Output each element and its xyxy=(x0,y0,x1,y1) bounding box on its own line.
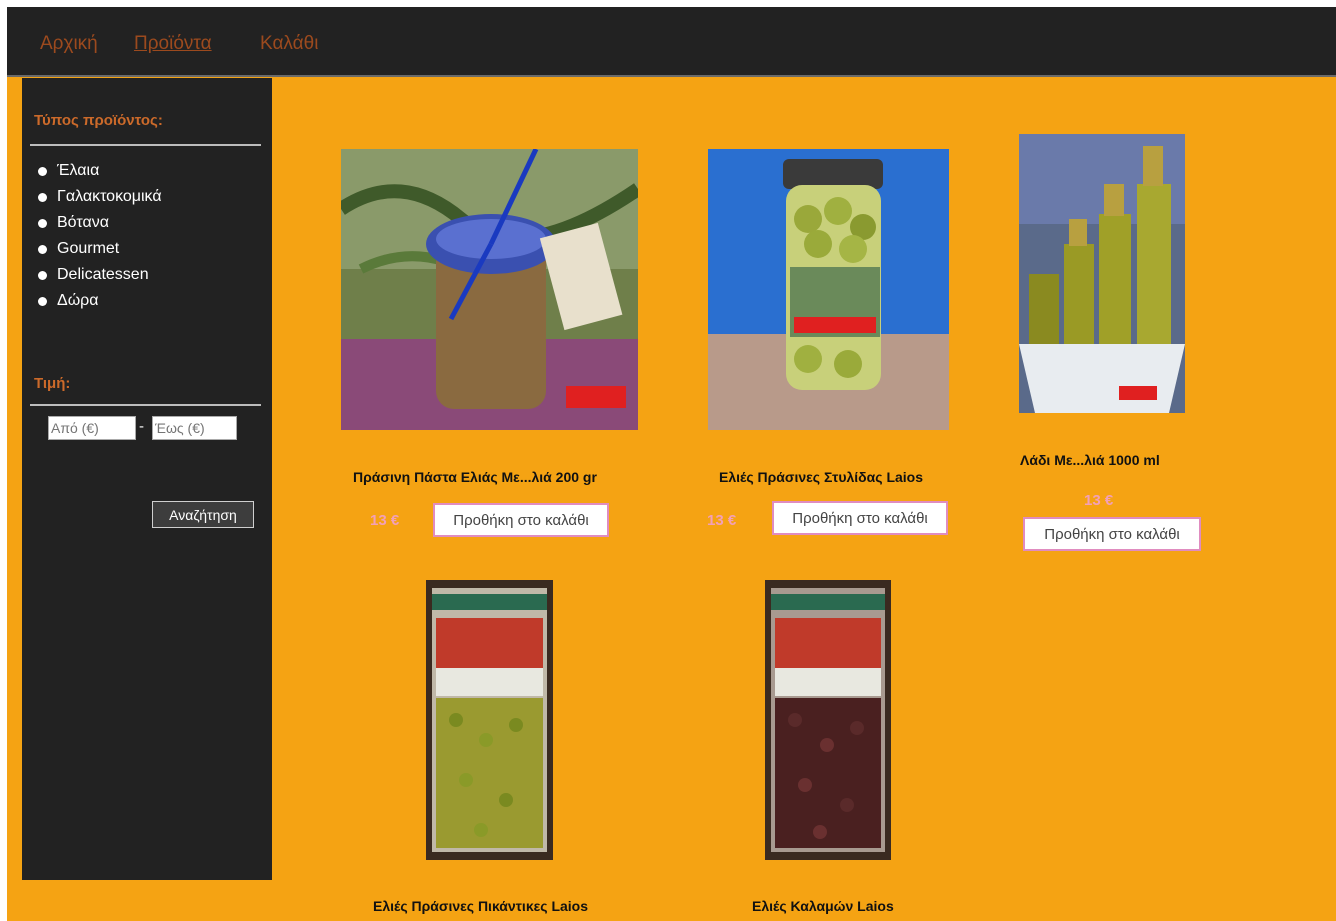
bullet-icon xyxy=(38,192,47,202)
category-item-herbs[interactable]: Βότανα xyxy=(38,210,162,236)
kalamata-olives-bag-image xyxy=(765,580,891,860)
bullet-icon xyxy=(38,166,47,176)
category-label: Γαλακτοκομικά xyxy=(57,188,162,205)
category-item-delicatessen[interactable]: Delicatessen xyxy=(38,262,162,288)
top-navigation-bar: Αρχική Προϊόντα Καλάθι xyxy=(7,7,1336,77)
category-label: Δώρα xyxy=(57,292,99,309)
bullet-icon xyxy=(38,296,47,306)
product-price: 13 € xyxy=(1084,492,1114,509)
category-item-oils[interactable]: Έλαια xyxy=(38,158,162,184)
category-label: Βότανα xyxy=(57,214,109,231)
category-label: Delicatessen xyxy=(57,266,149,283)
product-price: 13 € xyxy=(707,512,737,529)
product-image-spicy-green-olives[interactable] xyxy=(426,580,553,860)
product-title[interactable]: Λάδι Με...λιά 1000 ml xyxy=(1020,452,1160,468)
product-title[interactable]: Ελιές Πράσινες Πικάντικες Laios xyxy=(373,898,588,914)
nav-link-products[interactable]: Προϊόντα xyxy=(134,33,212,55)
green-olives-jar-image xyxy=(708,149,949,430)
range-dash: - xyxy=(139,418,144,435)
add-to-cart-button[interactable]: Προθήκη στο καλάθι xyxy=(772,501,948,535)
olive-paste-jar-image xyxy=(341,149,638,430)
category-item-gourmet[interactable]: Gourmet xyxy=(38,236,162,262)
add-to-cart-button[interactable]: Προθήκη στο καλάθι xyxy=(433,503,609,537)
product-type-heading: Τύπος προϊόντος: xyxy=(34,112,163,129)
price-heading: Τιμή: xyxy=(34,375,71,392)
nav-link-home[interactable]: Αρχική xyxy=(40,33,98,55)
search-button[interactable]: Αναζήτηση xyxy=(152,501,254,528)
bullet-icon xyxy=(38,270,47,280)
category-item-dairy[interactable]: Γαλακτοκομικά xyxy=(38,184,162,210)
product-title[interactable]: Πράσινη Πάστα Ελιάς Με...λιά 200 gr xyxy=(353,469,597,485)
product-image-kalamata-olives[interactable] xyxy=(765,580,891,860)
category-item-gifts[interactable]: Δώρα xyxy=(38,288,162,314)
filter-sidebar: Τύπος προϊόντος: Έλαια Γαλακτοκομικά Βότ… xyxy=(22,78,272,880)
page: Αρχική Προϊόντα Καλάθι Τύπος προϊόντος: … xyxy=(7,7,1336,921)
category-label: Gourmet xyxy=(57,240,120,257)
product-image-green-olives-jar[interactable] xyxy=(708,149,949,430)
spicy-green-olives-bag-image xyxy=(426,580,553,860)
divider xyxy=(30,144,261,146)
product-price: 13 € xyxy=(370,512,400,529)
bullet-icon xyxy=(38,218,47,228)
product-title[interactable]: Ελιές Πράσινες Στυλίδας Laios xyxy=(719,469,923,485)
product-image-olive-oil[interactable] xyxy=(1019,134,1185,413)
add-to-cart-button[interactable]: Προθήκη στο καλάθι xyxy=(1023,517,1201,551)
divider xyxy=(30,404,261,406)
olive-oil-bottles-image xyxy=(1019,134,1185,413)
price-from-input[interactable] xyxy=(48,416,136,440)
price-to-input[interactable] xyxy=(152,416,237,440)
bullet-icon xyxy=(38,244,47,254)
nav-link-cart[interactable]: Καλάθι xyxy=(260,33,318,55)
product-image-olive-paste[interactable] xyxy=(341,149,638,430)
category-label: Έλαια xyxy=(57,162,100,179)
product-title[interactable]: Ελιές Καλαμών Laios xyxy=(752,898,894,914)
category-list: Έλαια Γαλακτοκομικά Βότανα Gourmet Delic… xyxy=(38,158,162,314)
